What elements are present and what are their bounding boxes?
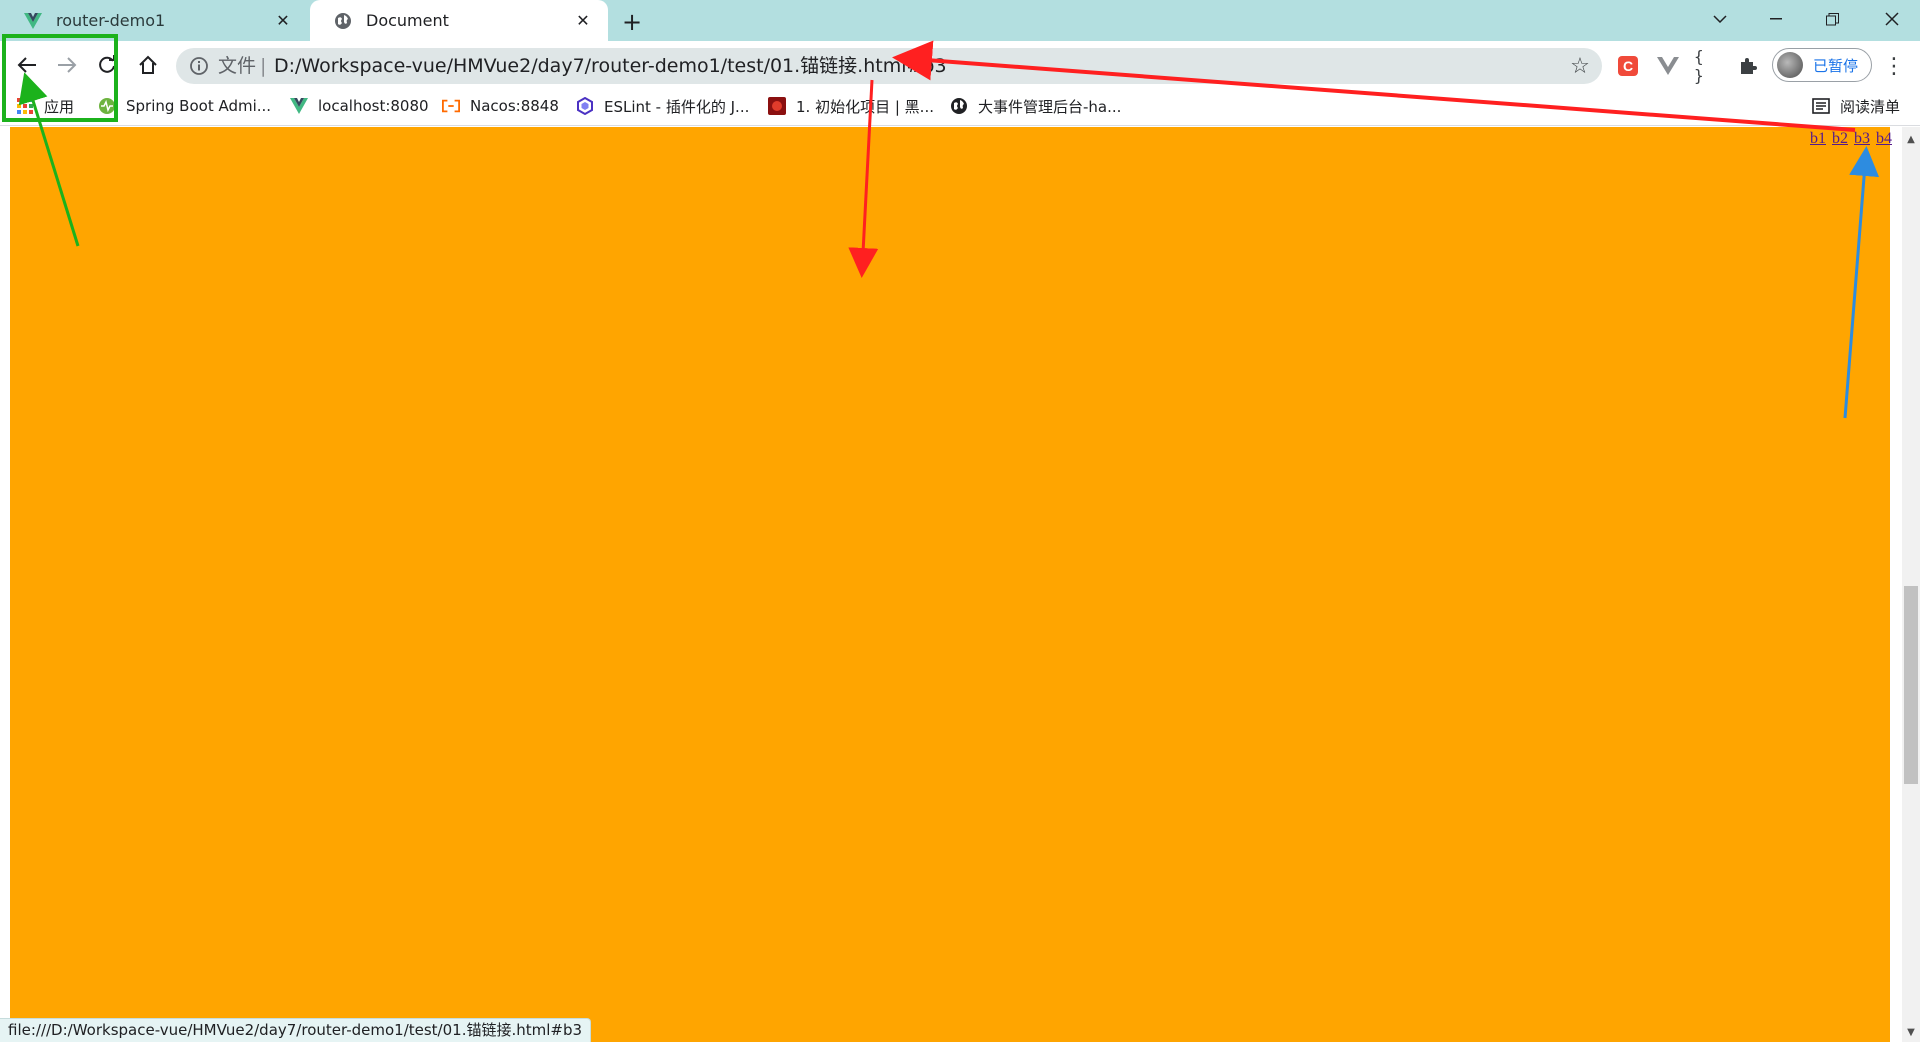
close-tab-icon[interactable]: ✕ xyxy=(272,10,294,32)
close-window-icon[interactable] xyxy=(1864,0,1920,38)
json-formatter-icon[interactable]: { } xyxy=(1694,47,1722,85)
vue-devtools-icon[interactable] xyxy=(1654,52,1682,80)
extension-c-icon[interactable]: C xyxy=(1614,52,1642,80)
bookmark-star-icon[interactable]: ☆ xyxy=(1566,52,1594,80)
bookmark-dashijian[interactable]: 大事件管理后台-ha... xyxy=(950,94,1121,118)
bookmark-nacos[interactable]: Nacos:8848 xyxy=(442,94,559,118)
tab-document[interactable]: Document ✕ xyxy=(310,0,608,41)
bookmark-label: localhost:8080 xyxy=(318,97,429,115)
globe-icon xyxy=(950,97,968,115)
vertical-scrollbar[interactable] xyxy=(1902,127,1920,1042)
anchor-links: b1 b2 b3 b4 xyxy=(1810,130,1892,148)
vue-logo-icon xyxy=(24,12,42,30)
home-button[interactable] xyxy=(131,48,165,82)
anchor-link-b3[interactable]: b3 xyxy=(1854,130,1870,148)
nacos-icon xyxy=(442,97,460,115)
bookmark-spring-boot-admin[interactable]: Spring Boot Admi... xyxy=(98,94,271,118)
bookmark-eslint[interactable]: ESLint - 插件化的 J... xyxy=(576,94,749,118)
eslint-icon xyxy=(576,97,594,115)
restore-icon[interactable] xyxy=(1804,0,1860,38)
tab-title: Document xyxy=(366,11,449,30)
reading-list-button[interactable]: 阅读清单 xyxy=(1812,94,1900,118)
anchor-link-b4[interactable]: b4 xyxy=(1876,130,1892,148)
url-text[interactable]: D:/Workspace-vue/HMVue2/day7/router-demo… xyxy=(274,52,947,80)
new-tab-button[interactable]: + xyxy=(618,8,646,36)
info-icon[interactable] xyxy=(188,55,210,77)
anchor-link-b1[interactable]: b1 xyxy=(1810,130,1826,148)
status-bar-url: file:///D:/Workspace-vue/HMVue2/day7/rou… xyxy=(0,1018,592,1042)
svg-text:C: C xyxy=(1623,58,1633,74)
reading-list-label: 阅读清单 xyxy=(1840,97,1901,116)
bookmark-init-project[interactable]: 1. 初始化项目 | 黑... xyxy=(768,94,934,118)
bookmark-label: Spring Boot Admi... xyxy=(126,97,272,115)
tab-search-icon[interactable] xyxy=(1692,0,1748,38)
extensions-puzzle-icon[interactable] xyxy=(1734,52,1762,80)
bookmark-label: 1. 初始化项目 | 黑... xyxy=(796,97,934,116)
menu-kebab-icon[interactable]: ⋮ xyxy=(1880,52,1908,80)
scroll-down-icon[interactable]: ▼ xyxy=(1902,1024,1920,1040)
scroll-up-icon[interactable]: ▲ xyxy=(1902,131,1920,147)
minimize-icon[interactable] xyxy=(1748,0,1804,38)
nav-buttons-highlight-box xyxy=(2,34,118,122)
profile-status-label: 已暂停 xyxy=(1813,56,1859,75)
bookmark-localhost[interactable]: localhost:8080 xyxy=(290,94,429,118)
anchor-link-b2[interactable]: b2 xyxy=(1832,130,1848,148)
url-separator: | xyxy=(260,55,267,77)
vue-logo-icon xyxy=(290,97,308,115)
profile-button[interactable]: 已暂停 xyxy=(1772,48,1872,82)
avatar xyxy=(1777,52,1803,78)
orange-section-b3 xyxy=(10,127,1890,1042)
globe-icon xyxy=(334,12,352,30)
bookmark-label: ESLint - 插件化的 J... xyxy=(604,97,750,116)
scrollbar-thumb[interactable] xyxy=(1904,586,1918,784)
bookmark-label: 大事件管理后台-ha... xyxy=(978,97,1122,116)
project-icon xyxy=(768,97,786,115)
bookmark-label: Nacos:8848 xyxy=(470,97,559,115)
url-scheme-label: 文件 xyxy=(218,55,257,77)
reading-list-icon xyxy=(1812,98,1830,114)
tab-title: router-demo1 xyxy=(56,11,166,30)
close-tab-icon[interactable]: ✕ xyxy=(572,10,594,32)
